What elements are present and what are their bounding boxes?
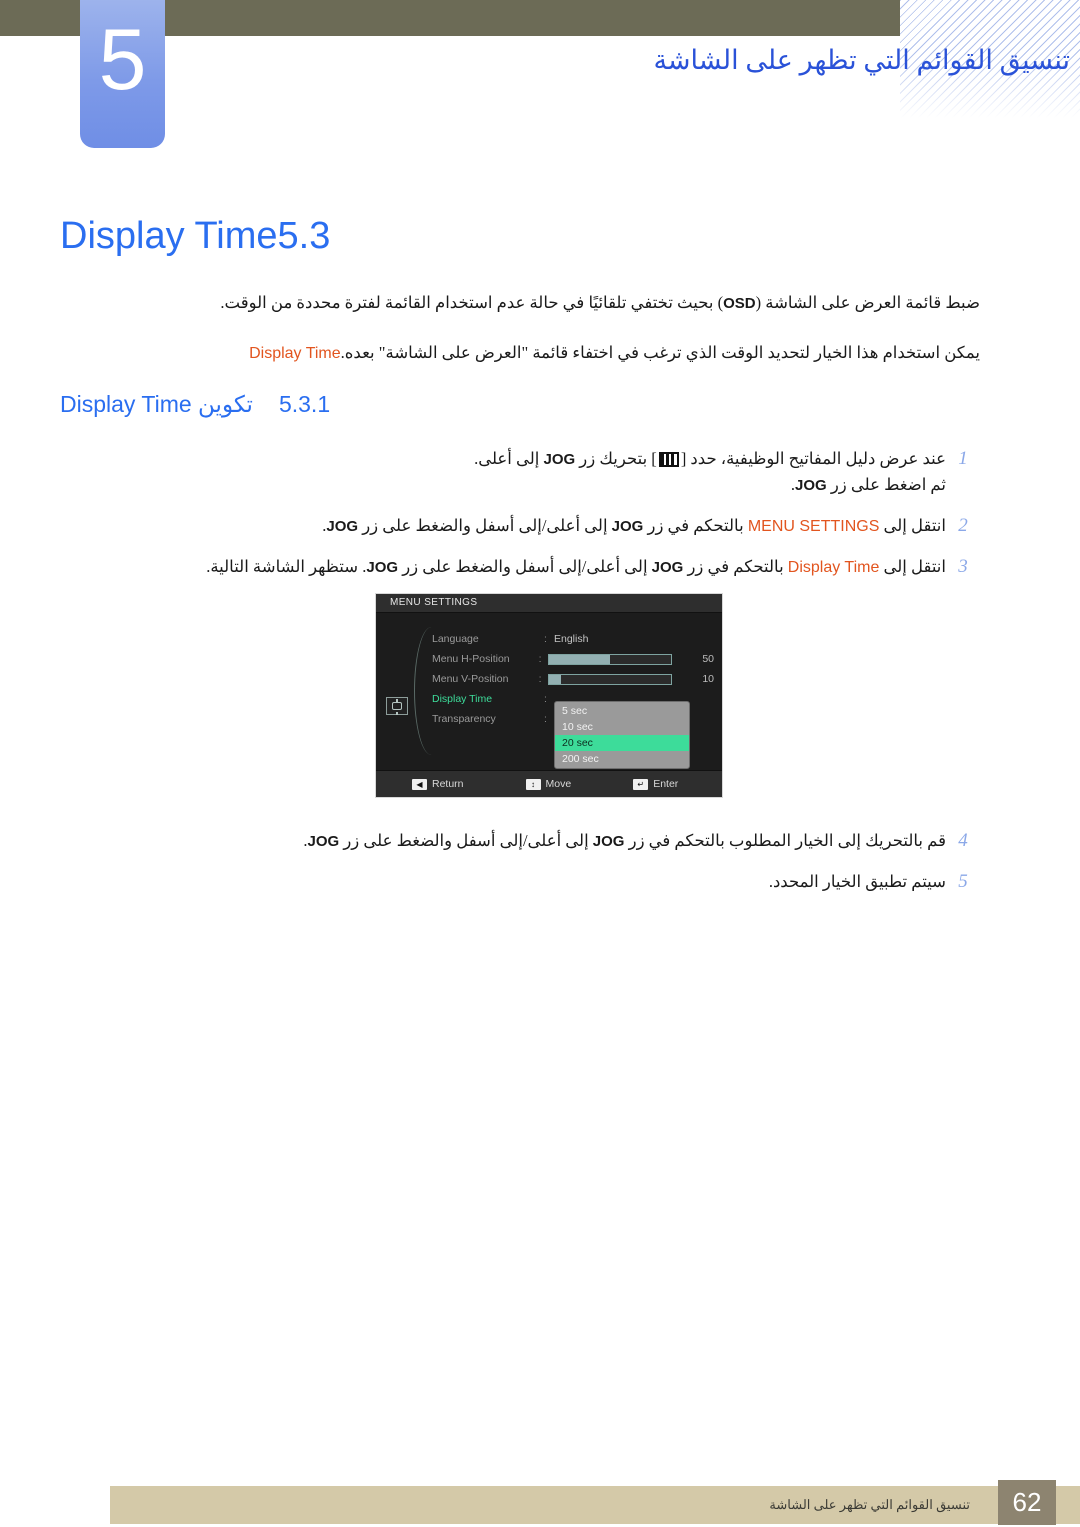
osd-colon: :	[544, 713, 547, 725]
step2-jog-keyword-2: JOG	[326, 518, 359, 535]
chapter-number-badge: 5	[80, 0, 165, 148]
osd-menu-screenshot: MENU SETTINGS Language : English Menu H-…	[375, 593, 723, 798]
step3-part-b: بالتحكم في زر	[683, 557, 788, 576]
step-item-1: 1 عند عرض دليل المفاتيح الوظيفية، حدد []…	[100, 446, 980, 498]
step3-part-c: إلى أعلى/إلى أسفل والضغط على زر	[398, 557, 652, 576]
osd-body: Language : English Menu H-Position : 50 …	[376, 613, 722, 769]
para1-text-after: ) بحيث تختفي تلقائيًا في حالة عدم استخدا…	[220, 293, 724, 312]
dropdown-option-200sec[interactable]: 200 sec	[555, 751, 689, 767]
step1-part-c: إلى أعلى.	[474, 449, 544, 468]
step4-jog-keyword-1: JOG	[592, 833, 625, 850]
section-number: 5.3	[277, 215, 331, 257]
para1-osd-keyword: OSD	[723, 295, 756, 312]
step2-jog-keyword-1: JOG	[611, 518, 644, 535]
step4-part-c: إلى أعلى/إلى أسفل والضغط على زر	[339, 831, 593, 850]
step1-line2-a: ثم اضغط على زر	[826, 475, 946, 494]
intro-paragraph-1: ضبط قائمة العرض على الشاشة (OSD) بحيث تخ…	[100, 290, 980, 317]
osd-colon: :	[538, 673, 542, 685]
step3-jog-keyword-1: JOG	[651, 559, 684, 576]
osd-footer-hints: ◀ Return ↕ Move ↵ Enter	[376, 770, 722, 797]
dropdown-option-20sec[interactable]: 20 sec	[555, 735, 689, 751]
osd-row-number: 50	[702, 653, 715, 665]
step-text: عند عرض دليل المفاتيح الوظيفية، حدد [ ] ب…	[100, 446, 946, 498]
step2-part-a: انتقل إلى	[879, 516, 947, 535]
osd-row-label: Language	[432, 633, 479, 645]
display-time-dropdown[interactable]: 5 sec 10 sec 20 sec 200 sec	[554, 701, 690, 769]
para2-text: يمكن استخدام هذا الخيار لتحديد الوقت الذ…	[340, 343, 980, 362]
osd-slider-v-position[interactable]	[548, 673, 673, 685]
para2-display-time-keyword: Display Time	[249, 345, 341, 362]
steps-list-top: 1 عند عرض دليل المفاتيح الوظيفية، حدد []…	[100, 446, 980, 595]
osd-row-label: Display Time	[432, 693, 493, 705]
page-header: 5 تنسيق القوائم التي تظهر على الشاشة	[0, 0, 1080, 170]
step3-display-time-keyword: Display Time	[787, 559, 880, 576]
osd-hint-enter-label: Enter	[653, 778, 679, 790]
step1-part-b: ] بتحريك زر	[575, 449, 657, 468]
step3-part-a: انتقل إلى	[879, 557, 947, 576]
osd-hint-enter[interactable]: ↵ Enter	[633, 778, 678, 790]
step3-jog-keyword-2: JOG	[366, 559, 399, 576]
step-number: 2	[958, 515, 968, 536]
page-number: 62	[998, 1480, 1056, 1525]
menu-bars-icon	[658, 452, 679, 467]
step-item-2: 2 انتقل إلى MENU SETTINGS بالتحكم في زر …	[100, 513, 980, 539]
osd-row-label: Menu V-Position	[432, 673, 509, 685]
step-item-4: 4 قم بالتحريك إلى الخيار المطلوب بالتحكم…	[100, 828, 980, 854]
osd-colon: :	[544, 633, 547, 645]
subsection-number: 5.3.1	[278, 391, 331, 417]
osd-colon: :	[544, 693, 547, 705]
step2-part-b: بالتحكم في زر	[643, 516, 748, 535]
step2-part-c: إلى أعلى/إلى أسفل والضغط على زر	[358, 516, 612, 535]
step-number: 3	[958, 556, 968, 577]
osd-hint-move-label: Move	[545, 778, 572, 790]
osd-row-label: Menu H-Position	[432, 653, 510, 665]
osd-row-menu-h-position[interactable]: Menu H-Position : 50	[432, 649, 714, 669]
osd-row-value: English	[554, 633, 589, 645]
display-settings-icon	[386, 697, 408, 715]
osd-colon: :	[538, 653, 542, 665]
intro-paragraph-2: يمكن استخدام هذا الخيار لتحديد الوقت الذ…	[100, 340, 980, 367]
dropdown-option-10sec[interactable]: 10 sec	[555, 719, 689, 735]
footer-breadcrumb: تنسيق القوائم التي تظهر على الشاشة	[769, 1497, 970, 1512]
step-number: 4	[958, 830, 968, 851]
step-item-3: 3 انتقل إلى Display Time بالتحكم في زر J…	[100, 554, 980, 580]
osd-row-menu-v-position[interactable]: Menu V-Position : 10	[432, 669, 714, 689]
section-heading-5-3-1: 5.3.1 تكوين Display Time	[60, 388, 1020, 420]
dropdown-option-5sec[interactable]: 5 sec	[555, 703, 689, 719]
step-text: قم بالتحريك إلى الخيار المطلوب بالتحكم ف…	[100, 828, 946, 854]
osd-hint-return[interactable]: ◀ Return	[412, 778, 464, 790]
step4-part-a: قم بالتحريك إلى الخيار المطلوب بالتحكم ف…	[624, 831, 946, 850]
step-text: انتقل إلى Display Time بالتحكم في زر JOG…	[100, 554, 946, 580]
step-text: انتقل إلى MENU SETTINGS بالتحكم في زر JO…	[100, 513, 946, 539]
osd-row-number: 10	[702, 673, 715, 685]
step1-jog-keyword-1: JOG	[543, 451, 576, 468]
osd-row-label: Transparency	[432, 713, 496, 725]
step3-part-d: . ستظهر الشاشة التالية.	[206, 557, 367, 576]
updown-arrow-key-icon: ↕	[525, 778, 541, 790]
osd-row-language[interactable]: Language : English	[432, 629, 714, 649]
enter-key-icon: ↵	[633, 778, 649, 790]
step1-part-a: عند عرض دليل المفاتيح الوظيفية، حدد [	[680, 449, 946, 468]
step4-jog-keyword-2: JOG	[307, 833, 340, 850]
subsection-label: تكوين Display Time	[60, 391, 253, 417]
step-number: 1	[958, 448, 968, 469]
step2-menu-settings-keyword: MENU SETTINGS	[747, 518, 880, 535]
para1-text-before: ضبط قائمة العرض على الشاشة (	[755, 293, 980, 312]
step-text: سيتم تطبيق الخيار المحدد.	[768, 872, 946, 891]
osd-title: MENU SETTINGS	[376, 594, 722, 613]
section-label: Display Time	[60, 215, 278, 257]
section-heading-5-3: 5.3 Display Time	[60, 212, 1020, 260]
osd-slider-h-position[interactable]	[548, 653, 673, 665]
step1-jog-keyword-2: JOG	[795, 477, 827, 494]
chapter-title: تنسيق القوائم التي تظهر على الشاشة	[653, 45, 1070, 75]
left-arrow-key-icon: ◀	[412, 778, 427, 790]
steps-list-bottom: 4 قم بالتحريك إلى الخيار المطلوب بالتحكم…	[100, 828, 980, 909]
osd-hint-return-label: Return	[432, 778, 464, 790]
step-item-5: 5 سيتم تطبيق الخيار المحدد.	[100, 869, 980, 894]
step-number: 5	[958, 871, 968, 892]
osd-hint-move[interactable]: ↕ Move	[525, 778, 572, 790]
page-footer: تنسيق القوائم التي تظهر على الشاشة 62	[0, 1480, 1080, 1527]
